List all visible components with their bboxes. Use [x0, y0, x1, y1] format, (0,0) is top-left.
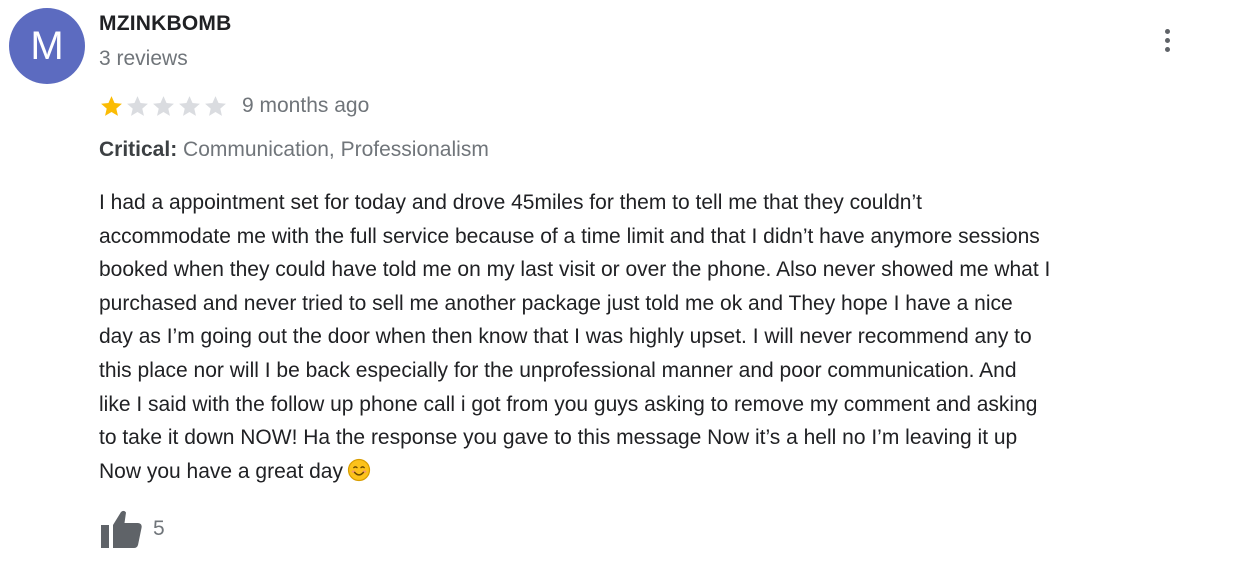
avatar[interactable]: M: [9, 8, 85, 84]
star-filled-icon: [101, 95, 122, 116]
more-vert-icon: [1164, 28, 1170, 34]
review-count[interactable]: 3 reviews: [99, 47, 188, 71]
review-text-line: accommodate me with the full service bec…: [99, 224, 1040, 248]
more-vert-icon-dot: [1164, 46, 1170, 52]
like-count: 5: [153, 517, 165, 540]
review-text-line: this place nor will I be back especially…: [99, 358, 1017, 382]
review-text-line: purchased and never tried to sell me ano…: [99, 291, 1013, 315]
critical-label: Critical:: [99, 138, 178, 161]
like-button[interactable]: 5: [99, 508, 165, 550]
review-text-line: booked when they could have told me on m…: [99, 258, 1051, 282]
critical-attributes: Critical: Communication, Professionalism: [99, 138, 489, 162]
review-text: I had a appointment set for today and dr…: [99, 186, 1239, 488]
thumbs-up-icon: [101, 510, 142, 548]
more-options-button[interactable]: [1150, 22, 1184, 58]
more-vert-icon-dot: [1164, 37, 1170, 43]
review-date: 9 months ago: [242, 94, 370, 117]
review-text-line: like I said with the follow up phone cal…: [99, 392, 1038, 416]
review-text-line: I had a appointment set for today and dr…: [99, 191, 922, 214]
avatar-letter: M: [30, 23, 64, 68]
star-empty-icon: [179, 95, 200, 116]
star-empty-icon: [153, 95, 174, 116]
critical-items: Communication, Professionalism: [183, 138, 489, 161]
review-text-line: Now you have a great day: [99, 459, 343, 483]
author-name[interactable]: MZINKBOMB: [99, 12, 231, 36]
review-text-line-last: Now you have a great day: [99, 455, 1239, 489]
star-empty-icon: [205, 95, 226, 116]
star-empty-icon: [127, 95, 148, 116]
review-card: M MZINKBOMB 3 reviews 9 months ago Criti…: [0, 0, 1247, 571]
star-rating: [99, 94, 228, 119]
review-text-line: day as I’m going out the door when then …: [99, 325, 1032, 349]
smiling-face-icon: [347, 458, 371, 481]
review-text-line: to take it down NOW! Ha the response you…: [99, 426, 1018, 450]
rating-row: 9 months ago: [99, 92, 369, 120]
